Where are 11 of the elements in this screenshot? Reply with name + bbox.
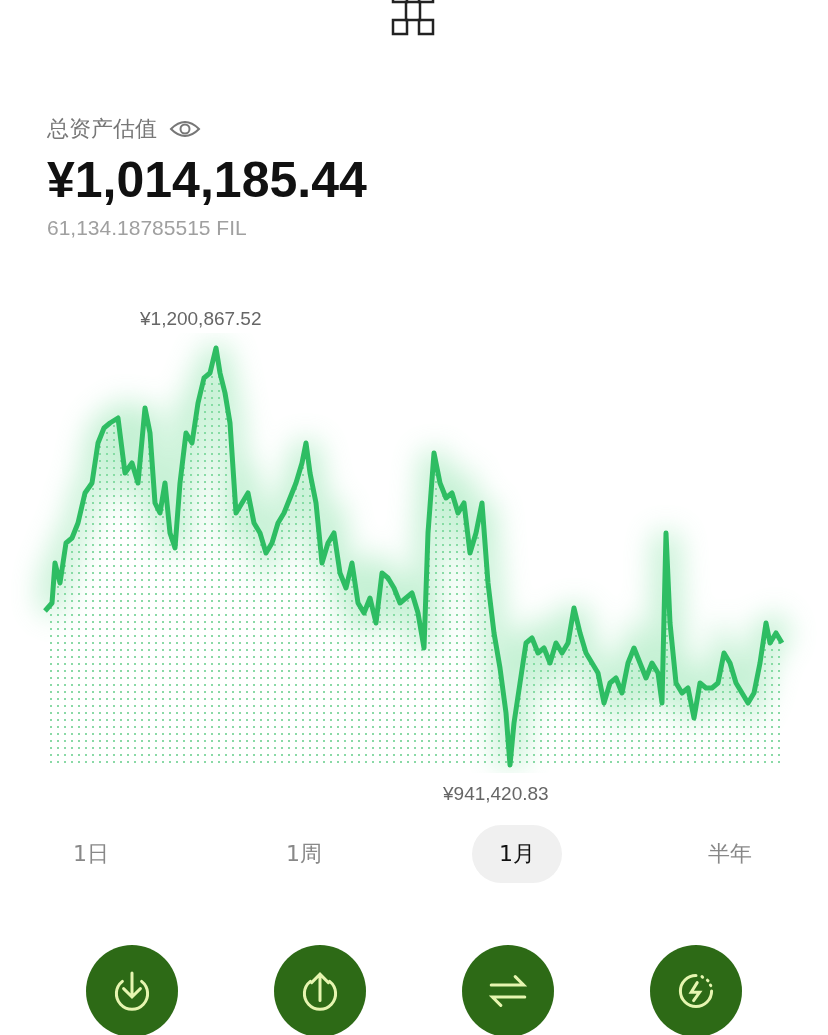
grid-icon[interactable]	[391, 0, 437, 36]
crypto-amount: 61,134.18785515 FIL	[47, 216, 248, 240]
eye-icon[interactable]	[169, 119, 201, 139]
total-amount: ¥1,014,185.44	[47, 151, 368, 210]
chart-high-label: ¥1,200,867.52	[139, 307, 263, 330]
period-tab[interactable]: 半年	[685, 825, 775, 883]
chart-low-label: ¥941,420.83	[442, 782, 550, 806]
period-tab[interactable]: 1月	[472, 825, 562, 883]
period-tab[interactable]: 1日	[46, 825, 136, 883]
period-tab[interactable]: 1周	[259, 825, 349, 883]
total-assets-label: 总资产估值	[47, 115, 157, 143]
